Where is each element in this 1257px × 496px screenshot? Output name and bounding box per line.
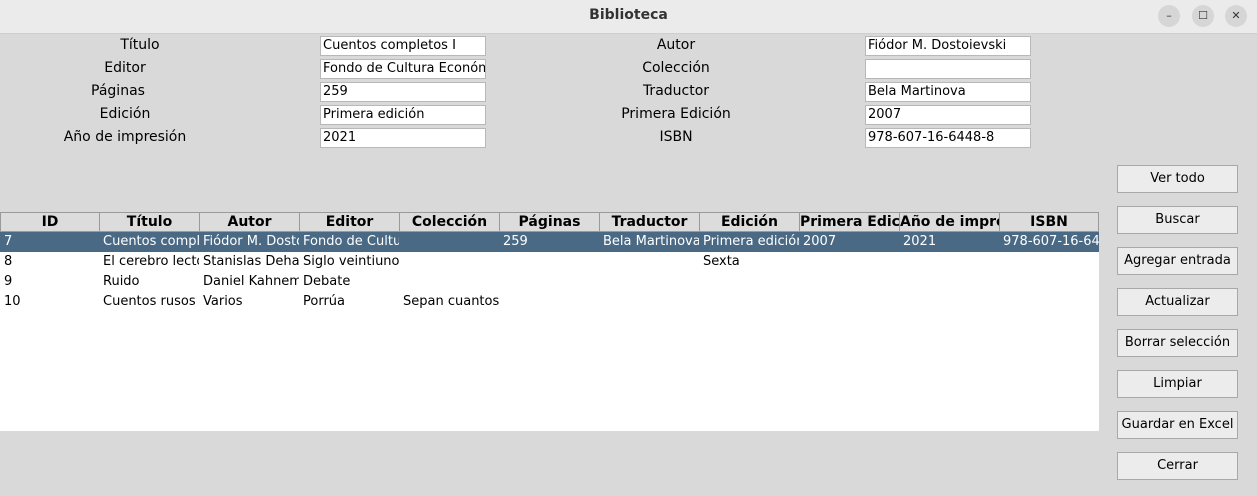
actualizar-button[interactable]: Actualizar (1117, 288, 1238, 316)
column-header-anio[interactable]: Año de impresión (899, 212, 1000, 232)
close-icon[interactable]: ✕ (1225, 5, 1247, 27)
table-row[interactable]: 10 Cuentos rusos Varios Porrúa Sepan cua… (0, 292, 1099, 312)
buscar-button[interactable]: Buscar (1117, 206, 1238, 234)
traductor-label: Traductor (642, 83, 710, 99)
table-cell (499, 272, 599, 292)
table-row[interactable]: 8 El cerebro lector Stanislas Dehaene Si… (0, 252, 1099, 272)
table-cell: 2021 (903, 234, 937, 249)
table-cell (899, 252, 999, 272)
window-title: Biblioteca (589, 7, 668, 23)
primera-edicion-field[interactable]: 2007 (865, 105, 1031, 125)
table-cell (999, 252, 1099, 272)
table-cell: 2007 (803, 234, 837, 249)
coleccion-field[interactable] (865, 59, 1031, 79)
table-cell: 10 (4, 294, 21, 309)
autor-field[interactable]: Fiódor M. Dostoievski (865, 36, 1031, 56)
isbn-label: ISBN (659, 129, 693, 145)
table-cell: El cerebro lector (103, 254, 199, 269)
borrar-seleccion-button[interactable]: Borrar selección (1117, 329, 1238, 357)
coleccion-label: Colección (642, 60, 710, 76)
table-cell (799, 252, 899, 272)
column-header-editor[interactable]: Editor (299, 212, 400, 232)
autor-label: Autor (656, 37, 696, 53)
table-cell (399, 252, 499, 272)
column-header-id[interactable]: ID (0, 212, 100, 232)
table-cell: Fondo de Cultura Económica (303, 234, 399, 249)
table-cell: 978-607-16-6448-8 (1003, 234, 1099, 249)
table-cell: 9 (4, 274, 13, 289)
traductor-field[interactable]: Bela Martinova (865, 82, 1031, 102)
table-cell (899, 272, 999, 292)
table-cell: Ruido (103, 274, 140, 289)
column-header-isbn[interactable]: ISBN (999, 212, 1099, 232)
table-cell (799, 272, 899, 292)
table-cell (499, 292, 599, 312)
table-cell: Fiódor M. Dostoievski (203, 234, 299, 249)
edicion-field[interactable]: Primera edición (320, 105, 486, 125)
table-cell (399, 272, 499, 292)
table-cell (699, 272, 799, 292)
table-cell (399, 232, 499, 252)
table-cell (799, 292, 899, 312)
edicion-label: Edición (99, 106, 151, 122)
table-cell: 259 (503, 234, 528, 249)
column-header-traductor[interactable]: Traductor (599, 212, 700, 232)
limpiar-button[interactable]: Limpiar (1117, 370, 1238, 398)
maximize-icon[interactable]: ☐ (1192, 5, 1214, 27)
paginas-label: Páginas (91, 83, 145, 99)
table-cell: Cuentos rusos (103, 294, 196, 309)
table-cell (599, 292, 699, 312)
editor-label: Editor (104, 60, 146, 76)
primera-edicion-label: Primera Edición (621, 106, 731, 122)
table-cell (599, 272, 699, 292)
agregar-entrada-button[interactable]: Agregar entrada (1117, 247, 1238, 275)
table-cell: 8 (4, 254, 13, 269)
table-header: ID Título Autor Editor Colección Páginas… (0, 212, 1099, 232)
paginas-field[interactable]: 259 (320, 82, 486, 102)
anio-field[interactable]: 2021 (320, 128, 486, 148)
table-cell: Cuentos completos I (103, 234, 199, 249)
column-header-titulo[interactable]: Título (99, 212, 200, 232)
column-header-primera-edicion[interactable]: Primera Edición (799, 212, 900, 232)
table-cell (999, 292, 1099, 312)
table-cell: Porrúa (303, 294, 345, 309)
table-cell (899, 292, 999, 312)
table-cell: Varios (203, 294, 243, 309)
table-cell: Bela Martinova (603, 234, 699, 249)
books-table[interactable]: ID Título Autor Editor Colección Páginas… (0, 212, 1099, 431)
table-cell: Primera edición (703, 234, 799, 249)
table-row[interactable]: 7 Cuentos completos I Fiódor M. Dostoiev… (0, 232, 1099, 252)
table-cell: Daniel Kahneman (203, 274, 299, 289)
table-cell: Debate (303, 274, 351, 289)
cerrar-button[interactable]: Cerrar (1117, 452, 1238, 480)
column-header-edicion[interactable]: Edición (699, 212, 800, 232)
guardar-excel-button[interactable]: Guardar en Excel (1117, 411, 1238, 439)
table-cell: Stanislas Dehaene (203, 254, 299, 269)
table-cell: 7 (4, 234, 13, 249)
table-cell: Siglo veintiuno (303, 254, 399, 269)
table-cell: Sexta (703, 254, 740, 269)
titulo-field[interactable]: Cuentos completos I (320, 36, 486, 56)
column-header-paginas[interactable]: Páginas (499, 212, 600, 232)
titulo-label: Título (120, 37, 160, 53)
ver-todo-button[interactable]: Ver todo (1117, 165, 1238, 193)
isbn-field[interactable]: 978-607-16-6448-8 (865, 128, 1031, 148)
column-header-coleccion[interactable]: Colección (399, 212, 500, 232)
editor-field[interactable]: Fondo de Cultura Económica (320, 59, 486, 79)
minimize-icon[interactable]: – (1158, 5, 1180, 27)
table-cell: Sepan cuantos (403, 294, 499, 309)
table-cell (699, 292, 799, 312)
title-bar: Biblioteca – ☐ ✕ (0, 0, 1257, 34)
table-cell (599, 252, 699, 272)
anio-label: Año de impresión (63, 129, 187, 145)
table-cell (999, 272, 1099, 292)
table-cell (499, 252, 599, 272)
column-header-autor[interactable]: Autor (199, 212, 300, 232)
table-row[interactable]: 9 Ruido Daniel Kahneman Debate (0, 272, 1099, 292)
